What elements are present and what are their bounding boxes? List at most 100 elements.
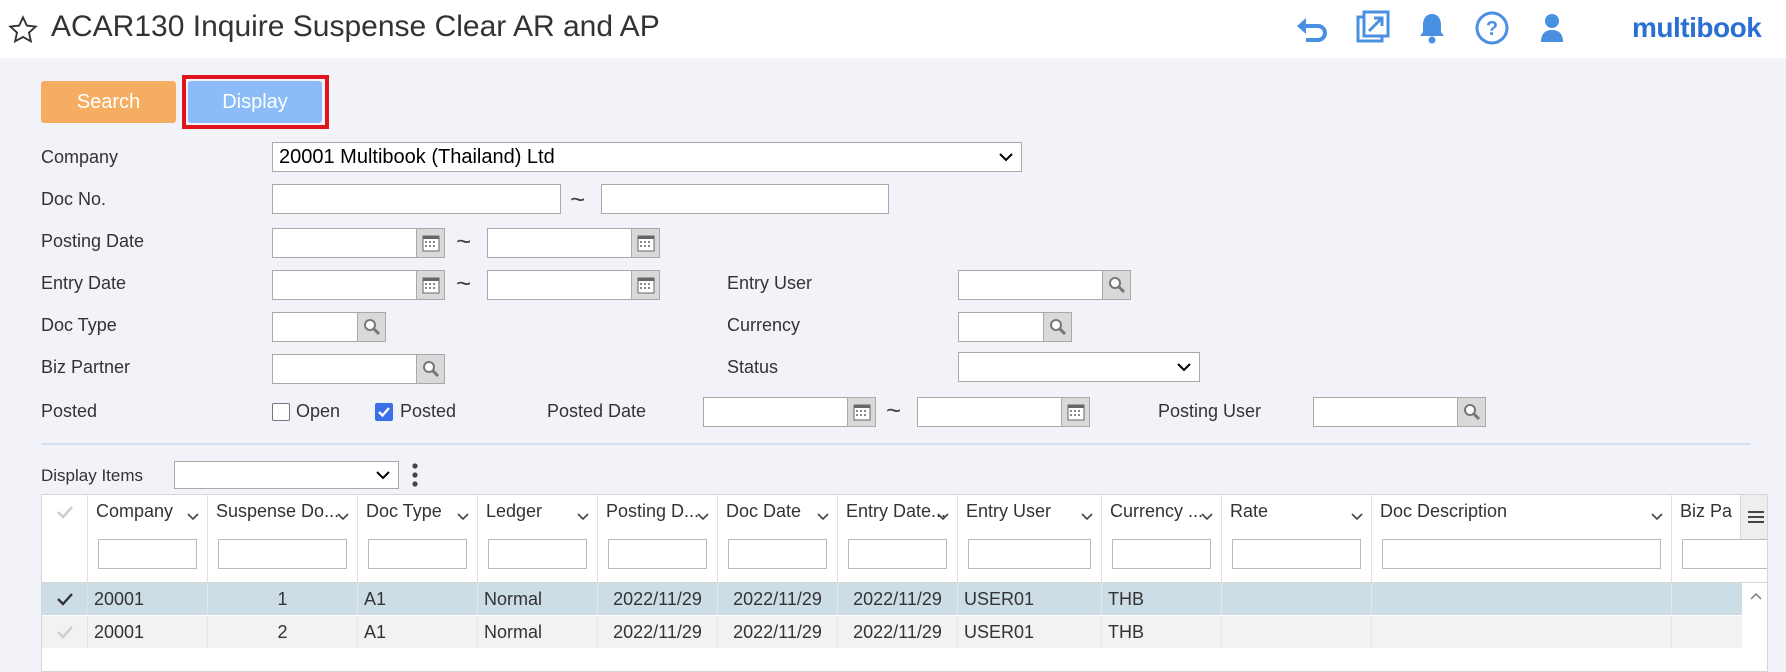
column-header-posting-date[interactable]: Posting D... [598,495,718,582]
status-label: Status [727,357,779,377]
filter-input[interactable] [848,539,947,569]
check-icon [378,407,390,418]
calendar-button[interactable] [631,228,660,258]
column-header-entry-user[interactable]: Entry User [958,495,1102,582]
calendar-icon [422,277,440,294]
posting-user-label: Posting User [1158,401,1262,421]
filter-input[interactable] [98,539,197,569]
doc-no-from-input[interactable] [272,184,561,214]
search-icon [1050,319,1067,336]
chevron-down-icon [1177,363,1191,372]
filter-input[interactable] [608,539,707,569]
entry-user-input[interactable] [958,270,1103,300]
filter-input[interactable] [218,539,347,569]
table-cell: 1 [208,583,358,615]
column-header-doc-date[interactable]: Doc Date [718,495,838,582]
scroll-up-icon[interactable] [1750,591,1762,601]
biz-partner-input[interactable] [272,354,417,384]
chevron-down-icon [577,513,589,521]
column-header-doc-description[interactable]: Doc Description [1372,495,1672,582]
help-icon[interactable]: ? [1472,8,1512,48]
status-select[interactable] [958,352,1200,382]
column-menu-button[interactable] [1740,495,1767,539]
doc-type-search-button[interactable] [357,312,386,342]
posted-checkbox[interactable] [375,403,393,421]
more-options-icon[interactable] [408,462,422,488]
table-row[interactable]: 20001 1 A1 Normal 2022/11/29 2022/11/29 … [42,583,1742,615]
biz-partner-search-button[interactable] [416,354,445,384]
posting-date-label: Posting Date [41,231,145,251]
filter-input[interactable] [1112,539,1211,569]
column-header-currency[interactable]: Currency ... [1102,495,1222,582]
column-header-entry-date[interactable]: Entry Date... [838,495,958,582]
calendar-button[interactable] [847,397,876,427]
calendar-button[interactable] [1061,397,1090,427]
company-select-value: 20001 Multibook (Thailand) Ltd [279,146,555,168]
table-cell: Normal [478,616,598,648]
table-cell: A1 [358,616,478,648]
filter-input[interactable] [1382,539,1661,569]
posting-date-to-input[interactable] [487,228,632,258]
chevron-down-icon [1351,513,1363,521]
table-cell: 2022/11/29 [598,616,718,648]
select-all-column[interactable] [42,495,88,582]
filter-input[interactable] [1232,539,1361,569]
calendar-button[interactable] [416,228,445,258]
app-header: ACAR130 Inquire Suspense Clear AR and AP… [0,0,1786,58]
hamburger-icon [1748,511,1764,523]
filter-input[interactable] [1682,539,1767,569]
popout-icon[interactable] [1352,8,1392,48]
undo-icon[interactable] [1292,8,1332,48]
column-header-suspense-doc[interactable]: Suspense Do... [208,495,358,582]
entry-date-from-input[interactable] [272,270,417,300]
company-select[interactable]: 20001 Multibook (Thailand) Ltd [272,142,1022,172]
calendar-button[interactable] [631,270,660,300]
doc-no-to-input[interactable] [601,184,889,214]
filter-input[interactable] [488,539,587,569]
calendar-button[interactable] [416,270,445,300]
posting-user-search-button[interactable] [1457,397,1486,427]
currency-input[interactable] [958,312,1044,342]
user-icon[interactable] [1532,8,1572,48]
doc-type-input[interactable] [272,312,358,342]
posting-user-input[interactable] [1313,397,1458,427]
filter-input[interactable] [368,539,467,569]
range-separator: ~ [886,395,902,425]
posted-date-to-input[interactable] [917,397,1062,427]
filter-input[interactable] [968,539,1091,569]
svg-text:?: ? [1486,18,1498,40]
search-icon [364,319,381,336]
currency-search-button[interactable] [1043,312,1072,342]
search-icon [423,361,440,378]
posted-date-label: Posted Date [547,401,647,421]
star-icon[interactable] [7,14,39,46]
range-separator: ~ [456,268,472,298]
posted-date-from-input[interactable] [703,397,848,427]
table-cell: USER01 [958,583,1102,615]
doc-no-label: Doc No. [41,189,107,209]
table-cell [1222,616,1372,648]
table-row[interactable]: 20001 2 A1 Normal 2022/11/29 2022/11/29 … [42,616,1742,648]
posting-date-from-input[interactable] [272,228,417,258]
column-header-company[interactable]: Company [88,495,208,582]
table-cell: 2022/11/29 [838,616,958,648]
posted-option-label: Posted [400,401,457,421]
open-checkbox[interactable] [272,403,290,421]
entry-date-label: Entry Date [41,273,127,293]
display-items-select[interactable] [174,461,399,489]
chevron-down-icon [1081,513,1093,521]
table-cell: 20001 [88,616,208,648]
column-header-doc-type[interactable]: Doc Type [358,495,478,582]
column-header-rate[interactable]: Rate [1222,495,1372,582]
bell-icon[interactable] [1412,8,1452,48]
entry-date-to-input[interactable] [487,270,632,300]
chevron-down-icon [1201,513,1213,521]
entry-user-search-button[interactable] [1102,270,1131,300]
display-button[interactable]: Display [188,81,322,123]
filter-input[interactable] [728,539,827,569]
table-cell: 2022/11/29 [718,583,838,615]
column-header-ledger[interactable]: Ledger [478,495,598,582]
chevron-down-icon [937,513,949,521]
calendar-icon [1067,404,1085,421]
search-button[interactable]: Search [41,81,176,123]
